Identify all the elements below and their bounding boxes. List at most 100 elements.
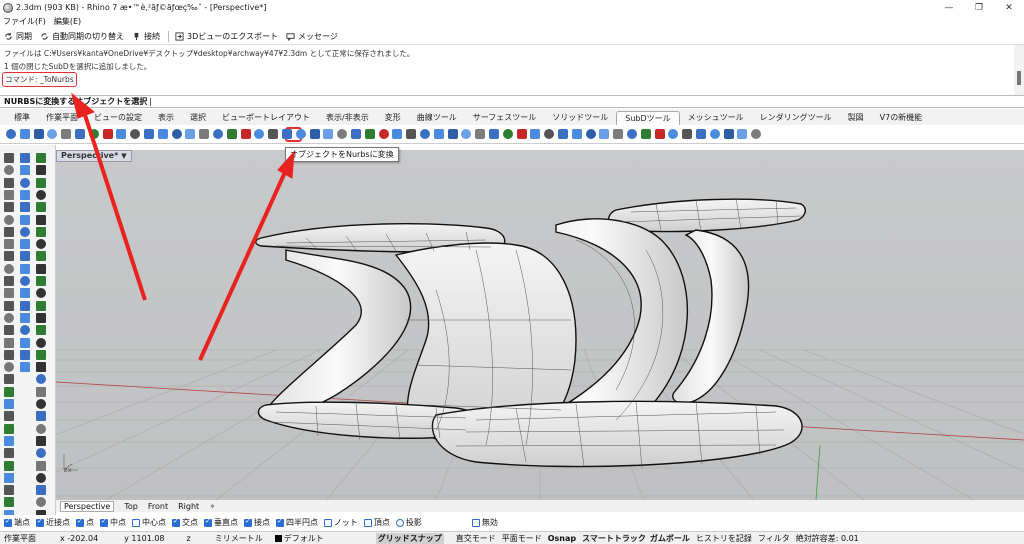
tab-curve-tools[interactable]: 曲線ツール [409,111,465,125]
left-tool-icon[interactable] [36,177,46,188]
vp-tab-top[interactable]: Top [124,502,138,511]
subd-tool-icon[interactable] [751,129,762,139]
left-tool-icon[interactable] [4,337,14,348]
osnap-option[interactable]: 交点 [172,517,198,528]
status-planar[interactable]: 平面モード [502,533,542,544]
subd-tool-icon[interactable] [516,129,527,139]
osnap-checkbox[interactable] [324,518,332,527]
subd-tool-icon[interactable] [47,129,58,139]
left-tool-icon[interactable] [4,251,14,262]
left-tool-icon[interactable] [20,325,30,336]
osnap-option[interactable]: 垂直点 [204,517,238,528]
subd-tool-icon[interactable] [171,129,182,139]
subd-tool-icon[interactable] [378,129,389,139]
left-tool-icon[interactable] [4,202,14,213]
history-scrollbar[interactable] [1014,45,1024,95]
subd-tool-icon[interactable] [627,129,637,139]
subd-tool-icon[interactable] [6,129,16,139]
left-tool-icon[interactable] [36,239,46,250]
left-tool-icon[interactable] [4,485,14,496]
vp-tab-front[interactable]: Front [148,502,168,511]
osnap-option[interactable]: 頂点 [363,517,390,528]
tab-surface-tools[interactable]: サーフェスツール [465,111,545,125]
osnap-checkbox[interactable] [363,518,372,527]
left-tool-icon[interactable] [4,423,14,434]
subd-tool-icon[interactable] [130,129,141,139]
left-tool-icon[interactable] [36,362,46,373]
left-tool-icon[interactable] [36,325,46,336]
left-tool-icon[interactable] [36,153,46,163]
tab-render-tools[interactable]: レンダリングツール [752,111,840,125]
left-tool-icon[interactable] [4,349,14,360]
subd-tool-icon[interactable] [723,129,734,139]
left-tool-icon[interactable] [36,337,46,348]
menu-file[interactable]: ファイル(F) [3,16,46,27]
tab-cplanes[interactable]: 作業平面 [38,111,86,125]
status-layer[interactable]: デフォルト [274,533,324,544]
left-tool-icon[interactable] [36,214,46,225]
left-tool-icon[interactable] [4,497,14,508]
left-tool-icon[interactable] [4,263,14,274]
left-tool-icon[interactable] [36,472,46,483]
subd-tool-icon[interactable] [737,129,748,139]
status-filter[interactable]: フィルタ [758,533,790,544]
status-smart-track[interactable]: スマートトラック [582,533,646,544]
subd-tool-icon[interactable] [489,129,499,139]
subd-tool-icon[interactable] [213,129,223,139]
left-tool-icon[interactable] [4,448,14,459]
left-tool-icon[interactable] [36,411,46,422]
left-tool-icon[interactable] [4,411,14,422]
left-tool-icon[interactable] [36,485,46,496]
subd-tool-icon[interactable] [309,129,320,139]
left-tool-icon[interactable] [4,239,14,250]
left-tool-icon[interactable] [4,276,14,286]
status-ortho[interactable]: 直交モード [456,533,496,544]
osnap-option[interactable]: ノット [324,517,358,528]
left-tool-icon[interactable] [20,165,30,176]
left-tool-icon[interactable] [4,362,14,373]
menu-edit[interactable]: 編集(E) [54,16,81,27]
subd-tool-icon[interactable] [613,129,624,139]
subd-tool-icon[interactable] [337,129,348,139]
subd-tool-icon[interactable] [226,129,237,139]
left-tool-icon[interactable] [36,189,46,200]
left-tool-icon[interactable] [36,263,46,274]
osnap-option[interactable]: 中心点 [132,517,166,528]
left-tool-icon[interactable] [36,165,46,176]
osnap-option[interactable]: 近接点 [36,517,70,528]
subd-tool-icon[interactable] [530,129,541,139]
tab-select[interactable]: 選択 [182,111,214,125]
subd-tool-icon[interactable] [102,129,113,139]
osnap-checkbox[interactable] [276,517,284,527]
left-tool-icon[interactable] [36,226,46,237]
to-nurbs-tool-icon[interactable] [351,129,361,139]
left-tool-icon[interactable] [20,251,30,262]
subd-tool-icon[interactable] [19,129,30,139]
subd-tool-icon[interactable] [709,129,720,139]
left-tool-icon[interactable] [36,300,46,311]
tab-standard[interactable]: 標準 [6,111,38,125]
left-tool-icon[interactable] [4,472,14,483]
left-tool-icon[interactable] [36,460,46,471]
left-tool-icon[interactable] [4,214,14,225]
left-tool-icon[interactable] [20,239,30,250]
restore-button[interactable]: ❐ [964,0,994,15]
left-tool-icon[interactable] [36,349,46,360]
left-tool-icon[interactable] [20,337,30,348]
tab-transform[interactable]: 変形 [377,111,409,125]
subd-tool-icon[interactable] [392,129,403,139]
osnap-checkbox[interactable] [172,517,180,527]
left-tool-icon[interactable] [36,399,46,409]
subd-tool-icon[interactable] [585,129,596,139]
left-tool-icon[interactable] [4,226,14,237]
subd-tool-icon[interactable] [696,129,706,139]
left-tool-icon[interactable] [4,189,14,200]
tab-new-in-v7[interactable]: V7の新機能 [872,111,931,125]
left-tool-icon[interactable] [4,312,14,323]
subd-tool-icon[interactable] [268,129,279,139]
left-tool-icon[interactable] [20,362,30,373]
command-prompt[interactable]: NURBSに変換するオブジェクトを選択 | [0,95,1024,108]
subd-tool-icon[interactable] [433,129,444,139]
subd-tool-icon[interactable] [544,129,555,139]
left-tool-icon[interactable] [4,386,14,397]
